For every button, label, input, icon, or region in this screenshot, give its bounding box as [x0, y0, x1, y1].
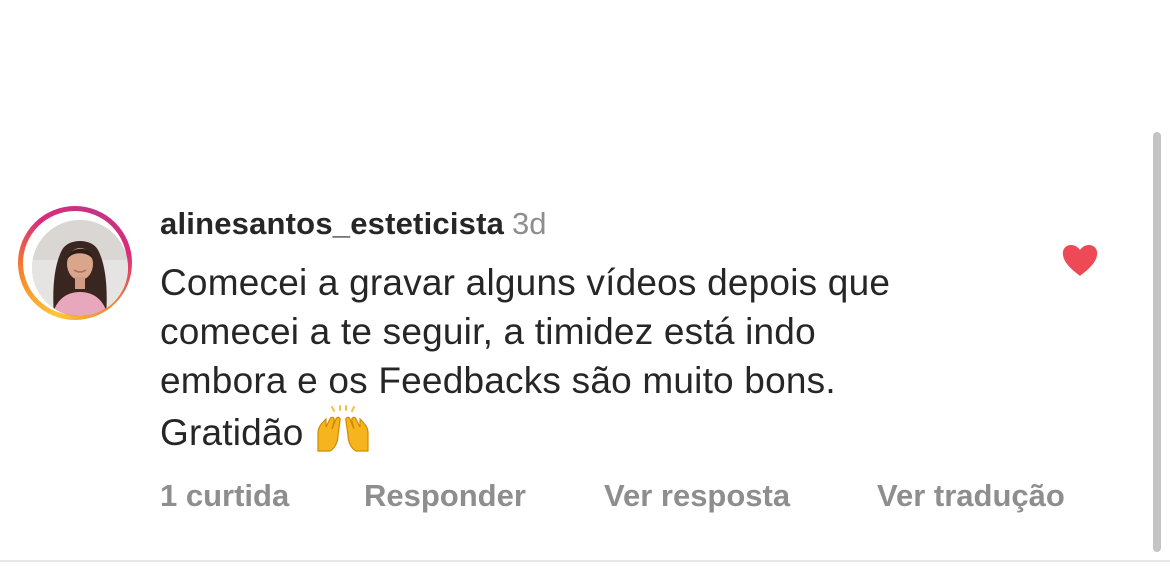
comment-timestamp: 3d	[512, 206, 547, 241]
heart-icon	[1062, 245, 1098, 276]
comment-text-line: embora e os Feedbacks são muito bons.	[160, 360, 836, 401]
see-translation-button[interactable]: Ver tradução	[877, 476, 1065, 516]
comment-header: alinesantos_esteticista 3d	[160, 204, 547, 244]
likes-count-link[interactable]: 1 curtida	[160, 476, 289, 516]
divider	[0, 560, 1170, 562]
username-link[interactable]: alinesantos_esteticista	[160, 206, 504, 241]
comment-text-line: Gratidão	[160, 412, 304, 453]
story-ring[interactable]	[18, 206, 132, 320]
scrollbar[interactable]	[1153, 132, 1161, 552]
avatar-gap	[23, 211, 128, 316]
avatar[interactable]	[32, 220, 128, 316]
avatar-photo	[32, 220, 128, 316]
comment-text-last-line: Gratidão	[160, 405, 1040, 465]
comment-item: alinesantos_esteticista 3d Comecei a grav…	[0, 0, 1170, 560]
comment-text-line: Comecei a gravar alguns vídeos depois qu…	[160, 262, 891, 303]
comment-body: Comecei a gravar alguns vídeos depois qu…	[160, 258, 1040, 465]
comments-screen: alinesantos_esteticista 3d Comecei a grav…	[0, 0, 1170, 585]
like-comment-button[interactable]	[1060, 241, 1100, 281]
comment-text-line: comecei a te seguir, a timidez está indo	[160, 311, 816, 352]
view-reply-button[interactable]: Ver resposta	[604, 476, 790, 516]
raising-hands-icon	[314, 405, 372, 465]
reply-button[interactable]: Responder	[364, 476, 526, 516]
